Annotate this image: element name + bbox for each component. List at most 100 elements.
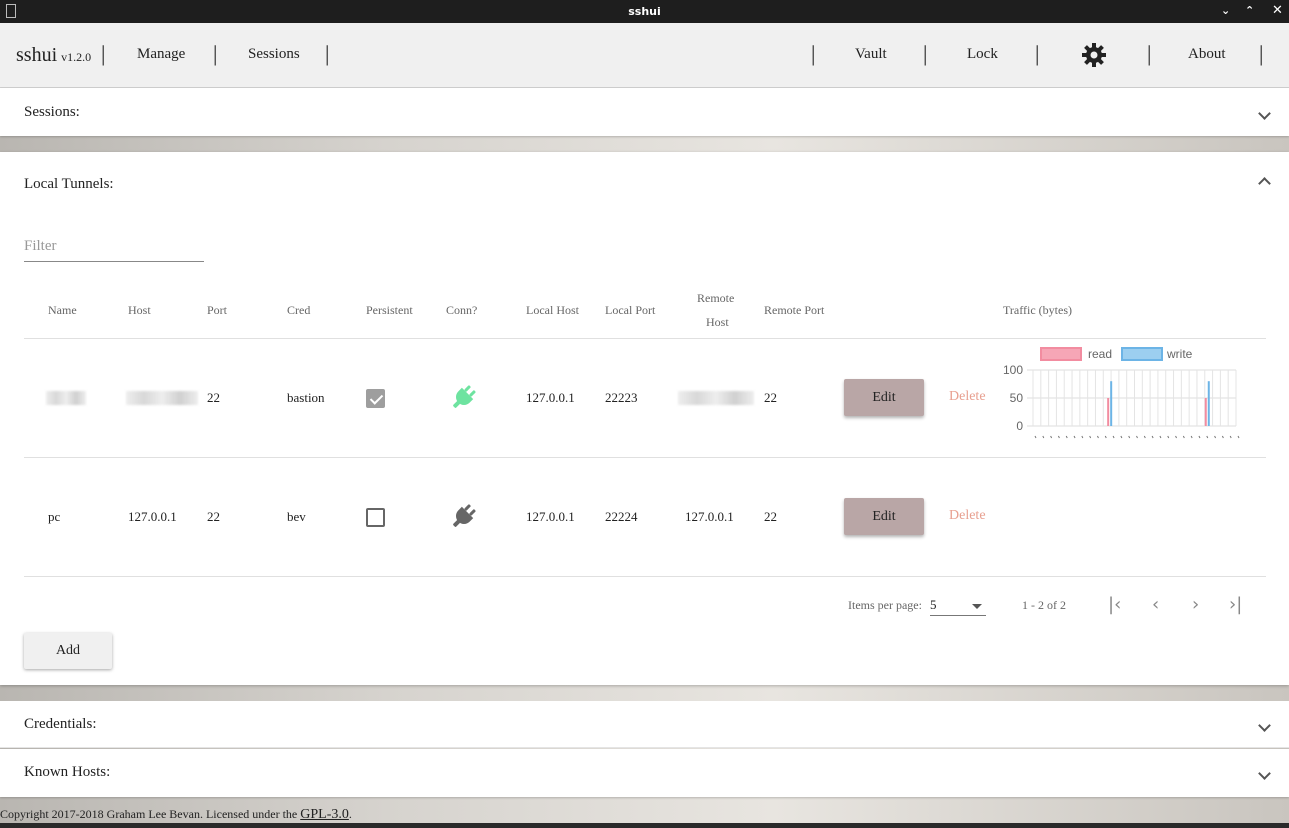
- header-cred[interactable]: Cred: [287, 303, 310, 318]
- window-title: sshui: [628, 5, 661, 18]
- local-port-cell: 22223: [605, 390, 638, 405]
- filter-input[interactable]: Filter: [24, 234, 204, 262]
- nav-separator: |: [325, 41, 330, 66]
- nav-separator: |: [1147, 41, 1152, 66]
- brand-name: sshui: [16, 44, 58, 66]
- local-host-cell: 127.0.0.1: [526, 509, 575, 524]
- delete-button[interactable]: Delete: [949, 389, 986, 405]
- nav-lock[interactable]: Lock: [967, 46, 998, 63]
- chevron-down-icon[interactable]: [1258, 767, 1271, 780]
- local-tunnels-panel-title: Local Tunnels:: [24, 176, 114, 192]
- chart-x-tick: [1190, 435, 1193, 439]
- chart-x-tick: [1151, 435, 1154, 439]
- chart-bars: [1107, 381, 1210, 426]
- header-port[interactable]: Port: [207, 303, 227, 318]
- window-titlebar: sshui ⌄ ⌃ ✕: [0, 0, 1289, 23]
- items-per-page-label: Items per page:: [848, 598, 922, 612]
- cred-cell: bastion: [287, 390, 325, 405]
- header-persistent[interactable]: Persistent: [366, 303, 413, 318]
- chevron-down-icon[interactable]: [1258, 719, 1271, 732]
- chart-x-tick: [1175, 435, 1177, 439]
- header-name[interactable]: Name: [48, 303, 77, 318]
- close-icon[interactable]: ✕: [1272, 3, 1283, 18]
- persistent-checkbox[interactable]: [366, 389, 385, 408]
- name-cell-redacted: [46, 391, 86, 405]
- header-host[interactable]: Host: [128, 303, 151, 318]
- chart-grid: [1027, 369, 1240, 439]
- edit-button[interactable]: Edit: [844, 379, 924, 416]
- footer-end: .: [348, 807, 352, 821]
- previous-page-icon[interactable]: ‹: [1152, 594, 1159, 615]
- name-cell: pc: [48, 509, 61, 524]
- chart-bar-write: [1110, 381, 1113, 426]
- nav-separator: |: [811, 41, 816, 66]
- top-nav: sshui v1.2.0 | Manage | Sessions | | Vaul…: [0, 23, 1289, 88]
- first-page-icon[interactable]: |‹: [1108, 594, 1121, 615]
- chart-x-tick: [1128, 435, 1131, 439]
- next-page-icon[interactable]: ›: [1192, 594, 1199, 615]
- traffic-chart: read write 100 50 0: [1003, 347, 1240, 439]
- nav-manage[interactable]: Manage: [137, 46, 185, 63]
- header-local-host[interactable]: Local Host: [526, 303, 579, 318]
- app-version: v1.2.0: [61, 50, 92, 64]
- local-tunnels-panel: Local Tunnels: Filter Name Host Port Cre…: [0, 152, 1289, 685]
- maximize-icon[interactable]: ⌃: [1245, 4, 1254, 17]
- nav-separator: |: [1259, 41, 1264, 66]
- nav-vault[interactable]: Vault: [855, 46, 887, 63]
- chart-x-tick: [1143, 435, 1146, 439]
- chart-x-tick: [1065, 435, 1068, 439]
- chart-x-tick: [1081, 435, 1084, 439]
- nav-separator: |: [1035, 41, 1040, 66]
- items-per-page-select[interactable]: 5: [930, 596, 986, 616]
- chart-x-tick: [1073, 435, 1076, 439]
- nav-separator: |: [213, 41, 218, 66]
- local-host-cell: 127.0.0.1: [526, 390, 575, 405]
- items-per-page-value: 5: [930, 597, 937, 612]
- header-remote-port[interactable]: Remote Port: [764, 303, 824, 318]
- delete-button[interactable]: Delete: [949, 508, 986, 524]
- header-remote-host-line2[interactable]: Host: [706, 315, 729, 330]
- footer-copyright: Copyright 2017-2018 Graham Lee Bevan. Li…: [0, 807, 301, 821]
- last-page-icon[interactable]: ›|: [1229, 594, 1242, 615]
- minimize-icon[interactable]: ⌄: [1221, 4, 1230, 17]
- sessions-panel[interactable]: Sessions:: [0, 88, 1289, 136]
- credentials-panel[interactable]: Credentials:: [0, 701, 1289, 748]
- header-remote-host-line1[interactable]: Remote: [697, 291, 734, 306]
- edit-button[interactable]: Edit: [844, 498, 924, 535]
- known-hosts-panel[interactable]: Known Hosts:: [0, 749, 1289, 797]
- chart-x-tick: [1206, 435, 1209, 439]
- remote-host-cell-redacted: [678, 391, 754, 405]
- chart-x-tick: [1034, 435, 1037, 439]
- persistent-checkbox[interactable]: [366, 508, 385, 527]
- chart-x-tick: [1112, 435, 1115, 439]
- remote-port-cell: 22: [764, 509, 777, 524]
- dropdown-arrow-icon: [972, 604, 982, 609]
- chart-bar-read: [1204, 398, 1207, 426]
- y-tick-50: 50: [1010, 391, 1024, 405]
- chart-x-tick: [1136, 435, 1138, 439]
- header-local-port[interactable]: Local Port: [605, 303, 655, 318]
- chart-x-tick: [1042, 435, 1045, 439]
- nav-sessions[interactable]: Sessions: [248, 46, 300, 63]
- chevron-down-icon[interactable]: [1258, 107, 1271, 120]
- chevron-up-icon[interactable]: [1258, 177, 1271, 190]
- app-brand[interactable]: sshui v1.2.0: [16, 44, 91, 67]
- header-traffic: Traffic (bytes): [1003, 303, 1072, 317]
- add-button[interactable]: Add: [24, 633, 112, 669]
- chart-x-tick: [1089, 435, 1092, 439]
- plug-disconnected-icon[interactable]: [449, 501, 479, 531]
- page-range: 1 - 2 of 2: [1022, 598, 1066, 612]
- chart-x-tick: [1097, 435, 1099, 439]
- nav-about[interactable]: About: [1188, 46, 1226, 63]
- plug-connected-icon[interactable]: [449, 382, 479, 412]
- header-conn[interactable]: Conn?: [446, 303, 477, 318]
- license-link[interactable]: GPL-3.0: [300, 807, 349, 822]
- bottom-bar: [0, 823, 1289, 828]
- y-tick-0: 0: [1016, 419, 1023, 433]
- settings-gear-icon[interactable]: [1081, 42, 1107, 73]
- table-divider: [24, 457, 1266, 458]
- legend-read-label: read: [1088, 347, 1112, 361]
- chart-x-tick: [1237, 435, 1240, 439]
- nav-separator: |: [101, 41, 106, 66]
- remote-port-cell: 22: [764, 390, 777, 405]
